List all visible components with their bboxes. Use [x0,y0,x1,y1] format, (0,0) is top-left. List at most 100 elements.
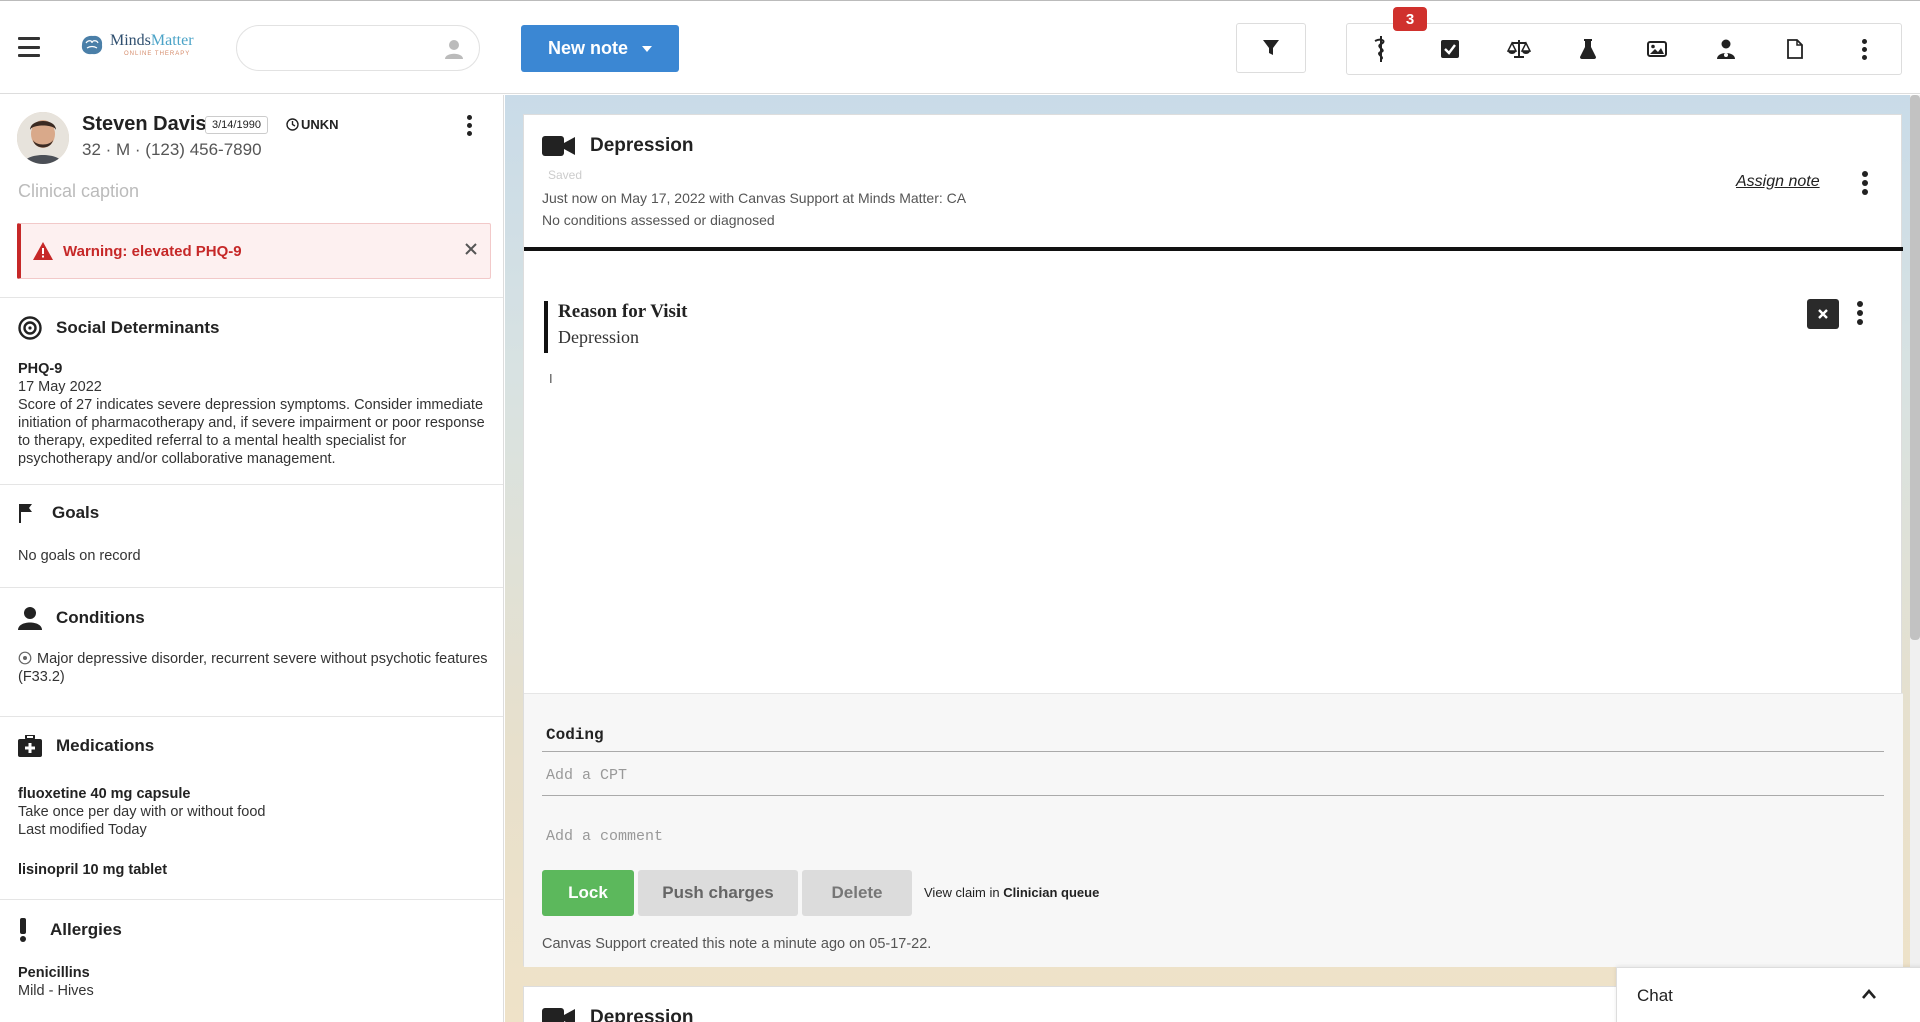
conditions-section: Conditions Major depressive disorder, re… [0,587,503,717]
goals-header[interactable]: Goals [18,503,99,523]
tool-referral[interactable] [1706,24,1746,74]
video-camera-icon [542,1008,575,1022]
logo-subtitle: ONLINE THERAPY [124,51,191,57]
allergies-header[interactable]: Allergies [18,918,122,942]
phq9-title: PHQ-9 [18,361,63,377]
new-note-label: New note [547,38,628,58]
scrollbar-thumb[interactable] [1910,95,1920,640]
logo[interactable]: MindsMatter ONLINE THERAPY [78,33,194,57]
assign-note-link[interactable]: Assign note [1736,173,1820,191]
tool-tasks[interactable] [1430,24,1470,74]
logo-name-part1: Minds [110,32,151,49]
view-claim-prefix: View claim in [924,885,1000,900]
avatar[interactable] [17,112,69,164]
chat-widget[interactable]: Chat [1616,967,1920,1022]
caret-down-icon [642,45,652,52]
clinical-caption-field[interactable]: Clinical caption [18,181,139,202]
flag-icon [19,504,32,523]
flask-icon [1580,39,1596,59]
phq9-item[interactable]: PHQ-9 17 May 2022 Score of 27 indicates … [18,360,488,468]
warning-triangle-icon [33,242,53,260]
note-conditions: No conditions assessed or diagnosed [542,212,775,228]
medication-sig: Take once per day with or without food [18,804,266,820]
more-vertical-icon [1862,171,1868,195]
phq9-text: Score of 27 indicates severe depression … [18,397,485,467]
rfv-value: Depression [558,327,639,347]
close-icon [1818,309,1828,319]
logo-mark-icon [81,35,103,55]
image-icon [1647,41,1667,57]
medications-header[interactable]: Medications [18,735,154,757]
rfv-menu-button[interactable] [1857,301,1863,325]
cpt-input[interactable] [542,756,1884,796]
tool-prescriptions[interactable] [1361,24,1401,74]
condition-text: Major depressive disorder, recurrent sev… [18,651,488,685]
condition-item[interactable]: Major depressive disorder, recurrent sev… [18,650,488,686]
note-created-by: Canvas Support created this note a minut… [542,936,932,952]
push-charges-button[interactable]: Push charges [638,870,798,916]
warning-text: Warning: elevated PHQ-9 [63,242,242,260]
medication-item[interactable]: fluoxetine 40 mg capsule Take once per d… [18,785,265,839]
hamburger-menu-icon[interactable] [18,37,40,57]
section-title: Medications [56,736,155,755]
search-input[interactable] [255,26,445,70]
close-icon[interactable] [464,242,478,256]
comment-input[interactable] [542,816,1884,856]
section-title: Social Determinants [56,318,220,337]
medication-name: fluoxetine 40 mg capsule [18,786,191,802]
patient-header: Steven Davis 3/14/1990 UNKN 32 · M · (12… [0,95,503,295]
more-vertical-icon [1861,38,1867,60]
phq9-date: 17 May 2022 [18,379,102,395]
patient-menu-button[interactable] [462,115,476,136]
clinician-queue-link[interactable]: Clinician queue [1003,885,1099,900]
note-title[interactable]: Depression [590,135,693,157]
allergy-item[interactable]: Penicillins Mild - Hives [18,964,94,1000]
remove-command-button[interactable] [1807,299,1839,329]
filter-button[interactable] [1236,23,1306,73]
view-claim-text: View claim in Clinician queue [924,885,1099,900]
note-header: Depression Saved Just now on May 17, 202… [524,115,1903,251]
delete-button[interactable]: Delete [802,870,912,916]
video-camera-icon [542,136,575,156]
document-icon [1787,39,1803,59]
patient-summary: 32 · M · (123) 456-7890 [82,140,262,159]
social-determinants-section: Social Determinants PHQ-9 17 May 2022 Sc… [0,297,503,485]
social-determinants-header[interactable]: Social Determinants [18,316,219,340]
tool-documents[interactable] [1775,24,1815,74]
note-menu-button[interactable] [1862,171,1868,195]
text-cursor-icon: I [549,371,553,386]
medications-section: Medications fluoxetine 40 mg capsule Tak… [0,716,503,900]
doctor-icon [1717,39,1735,59]
radio-dot-icon [18,651,32,665]
medkit-icon [18,735,42,757]
medication-item[interactable]: lisinopril 10 mg tablet [18,861,167,879]
patient-name[interactable]: Steven Davis [82,113,207,136]
more-vertical-icon [462,115,476,136]
conditions-header[interactable]: Conditions [18,606,145,630]
goals-empty: No goals on record [18,548,141,564]
toolbar-more-button[interactable] [1844,24,1884,74]
allergies-section: Allergies Penicillins Mild - Hives [0,899,503,1022]
note-meta: Just now on May 17, 2022 with Canvas Sup… [542,190,967,206]
tool-labs[interactable] [1568,24,1608,74]
note-card: Depression Saved Just now on May 17, 202… [523,114,1903,967]
patient-sidebar: Steven Davis 3/14/1990 UNKN 32 · M · (12… [0,95,504,1022]
new-note-button[interactable]: New note [521,25,679,72]
tool-imaging[interactable] [1637,24,1677,74]
note-title[interactable]: Depression [590,1007,693,1022]
chart-toolbar [1346,23,1902,75]
rfv-title: Reason for Visit [558,301,688,322]
reason-for-visit[interactable]: Reason for Visit Depression [544,301,687,353]
allergy-name: Penicillins [18,965,90,981]
tool-balance[interactable] [1499,24,1539,74]
patient-search[interactable] [236,25,480,71]
divider [542,751,1884,752]
target-icon [18,316,42,340]
lock-button[interactable]: Lock [542,870,634,916]
warning-banner: Warning: elevated PHQ-9 [17,223,491,279]
medication-name: lisinopril 10 mg tablet [18,862,168,878]
section-title: Allergies [50,920,122,939]
filter-icon [1263,40,1279,55]
goals-section: Goals No goals on record [0,484,503,588]
notification-badge: 3 [1393,7,1427,31]
